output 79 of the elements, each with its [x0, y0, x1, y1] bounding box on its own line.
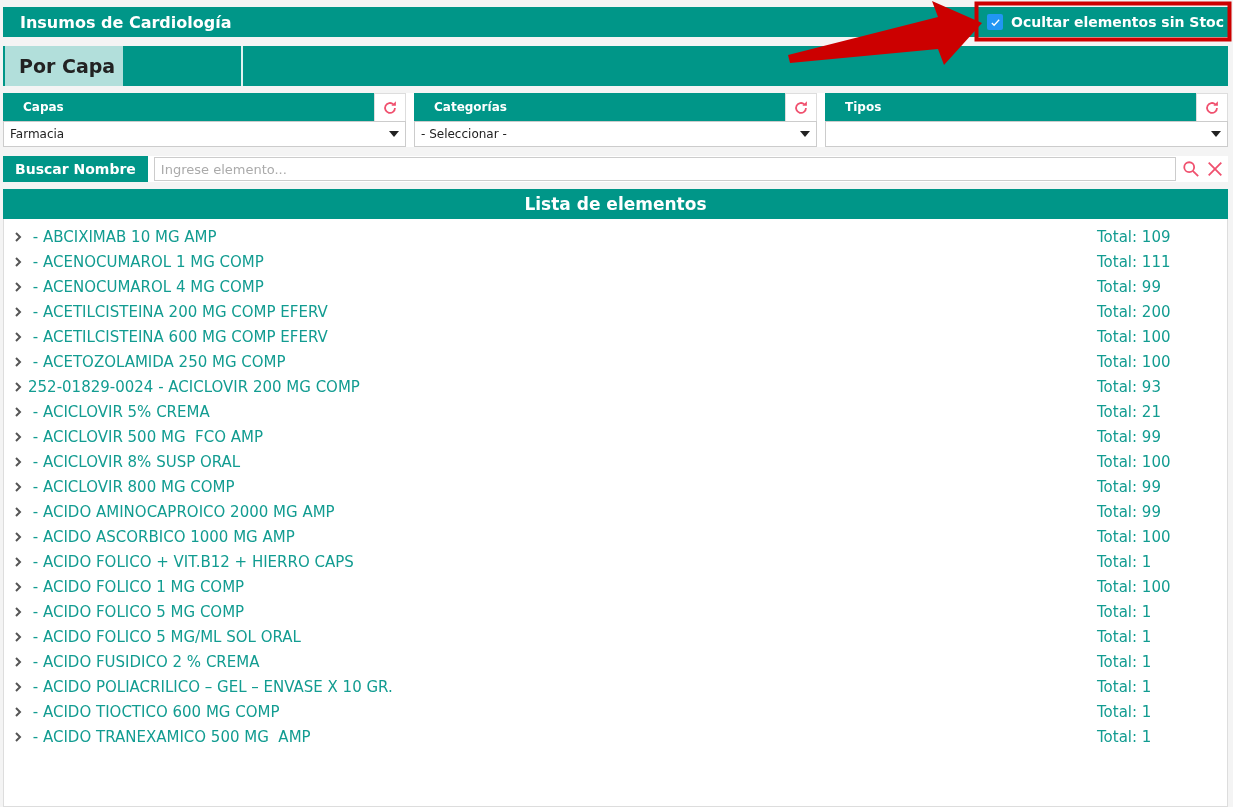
chevron-icon[interactable] [12, 455, 24, 468]
item-name[interactable]: - ACIDO AMINOCAPROICO 2000 MG AMP [28, 502, 1097, 521]
item-name[interactable]: - ABCIXIMAB 10 MG AMP [28, 227, 1097, 246]
chevron-icon[interactable] [12, 230, 24, 243]
filter-header: Categorías [414, 93, 785, 121]
chevron-icon[interactable] [12, 555, 24, 568]
item-total: Total: 100 [1097, 577, 1172, 596]
close-icon[interactable] [1206, 160, 1224, 178]
item-total: Total: 100 [1097, 527, 1172, 546]
item-name[interactable]: - ACIDO ASCORBICO 1000 MG AMP [28, 527, 1097, 546]
list-header: Lista de elementos [3, 189, 1228, 219]
item-name[interactable]: - ACIDO FOLICO 5 MG/ML SOL ORAL [28, 627, 1097, 646]
chevron-icon[interactable] [12, 655, 24, 668]
chevron-icon[interactable] [12, 330, 24, 343]
chevron-icon[interactable] [12, 730, 24, 743]
hide-without-stock-checkbox[interactable]: Ocultar elementos sin Stoc [981, 13, 1228, 31]
item-total: Total: 1 [1097, 602, 1153, 621]
item-total: Total: 200 [1097, 302, 1172, 321]
item-name[interactable]: - ACIDO FUSIDICO 2 % CREMA [28, 652, 1097, 671]
filter-header: Capas [3, 93, 374, 121]
item-total: Total: 93 [1097, 377, 1162, 396]
chevron-icon[interactable] [12, 530, 24, 543]
chevron-icon[interactable] [12, 430, 24, 443]
item-name[interactable]: - ACETILCISTEINA 200 MG COMP EFERV [28, 302, 1097, 321]
chevron-icon[interactable] [12, 405, 24, 418]
item-name[interactable]: - ACETILCISTEINA 600 MG COMP EFERV [28, 327, 1097, 346]
item-total: Total: 1 [1097, 652, 1153, 671]
item-name[interactable]: - ACICLOVIR 800 MG COMP [28, 477, 1097, 496]
window-title: Insumos de Cardiología [20, 12, 232, 32]
item-name[interactable]: - ACENOCUMAROL 1 MG COMP [28, 252, 1097, 271]
item-total: Total: 1 [1097, 702, 1153, 721]
item-name[interactable]: - ACIDO TRANEXAMICO 500 MG AMP [28, 727, 1097, 746]
item-name[interactable]: - ACICLOVIR 500 MG FCO AMP [28, 427, 1097, 446]
search-field[interactable]: Ingrese elemento... [153, 157, 1176, 181]
item-total: Total: 21 [1097, 402, 1162, 421]
chevron-icon[interactable] [12, 280, 24, 293]
item-total: Total: 99 [1097, 477, 1162, 496]
item-total: Total: 99 [1097, 502, 1162, 521]
item-name[interactable]: - ACIDO FOLICO + VIT.B12 + HIERRO CAPS [28, 552, 1097, 571]
caret-icon [389, 131, 399, 137]
chevron-icon[interactable] [12, 305, 24, 318]
item-name[interactable]: - ACETOZOLAMIDA 250 MG COMP [28, 352, 1097, 371]
caret-icon [800, 131, 810, 137]
chevron-icon[interactable] [12, 380, 24, 393]
chevron-icon[interactable] [12, 580, 24, 593]
item-total: Total: 99 [1097, 277, 1162, 296]
item-name[interactable]: - ACICLOVIR 5% CREMA [28, 402, 1097, 421]
search-label: Buscar Nombre [3, 156, 148, 182]
item-total: Total: 109 [1097, 227, 1172, 246]
caret-icon [1211, 131, 1221, 137]
filter-header: Tipos [825, 93, 1196, 121]
dropdown[interactable]: Farmacia [3, 121, 406, 147]
item-name[interactable]: 252-01829-0024 - ACICLOVIR 200 MG COMP [28, 377, 1097, 396]
chevron-icon[interactable] [12, 630, 24, 643]
chevron-icon[interactable] [12, 480, 24, 493]
chevron-icon[interactable] [12, 355, 24, 368]
item-total: Total: 100 [1097, 352, 1172, 371]
item-total: Total: 111 [1097, 252, 1172, 271]
item-total: Total: 100 [1097, 452, 1172, 471]
item-name[interactable]: - ACIDO FOLICO 5 MG COMP [28, 602, 1097, 621]
chevron-icon[interactable] [12, 705, 24, 718]
item-name[interactable]: - ACIDO POLIACRILICO – GEL – ENVASE X 10 GR. [28, 677, 1097, 696]
search-icon[interactable] [1182, 160, 1200, 178]
chevron-icon[interactable] [12, 680, 24, 693]
item-name[interactable]: - ACIDO TIOCTICO 600 MG COMP [28, 702, 1097, 721]
item-total: Total: 1 [1097, 727, 1153, 746]
chevron-icon[interactable] [12, 505, 24, 518]
item-total: Total: 1 [1097, 552, 1153, 571]
item-name[interactable]: - ACICLOVIR 8% SUSP ORAL [28, 452, 1097, 471]
item-total: Total: 99 [1097, 427, 1162, 446]
item-name[interactable]: - ACENOCUMAROL 4 MG COMP [28, 277, 1097, 296]
dropdown[interactable]: - Seleccionar - [414, 121, 817, 147]
item-total: Total: 100 [1097, 327, 1172, 346]
item-total: Total: 1 [1097, 627, 1153, 646]
chevron-icon[interactable] [12, 605, 24, 618]
tab[interactable]: Por Capa [3, 46, 123, 86]
chevron-icon[interactable] [12, 255, 24, 268]
item-total: Total: 1 [1097, 677, 1153, 696]
item-name[interactable]: - ACIDO FOLICO 1 MG COMP [28, 577, 1097, 596]
